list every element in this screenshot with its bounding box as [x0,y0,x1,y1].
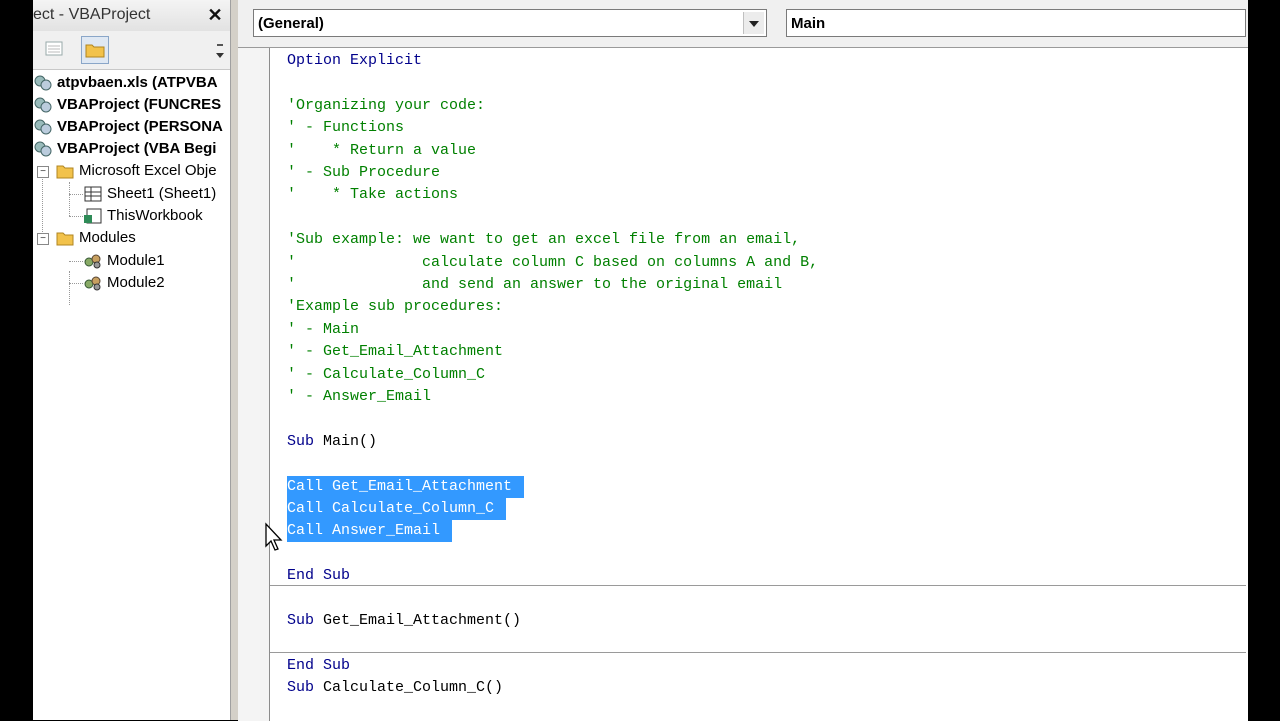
code-line[interactable]: Call Calculate_Column_C [287,498,507,520]
code-line[interactable]: Sub Get_Email_Attachment() [287,610,521,632]
procedure-separator [270,584,1246,586]
object-dropdown-value: (General) [258,15,324,32]
tree-item-thisworkbook[interactable]: ThisWorkbook [83,205,203,227]
code-editor[interactable]: Option Explicit 'Organizing your code: ' -… [238,47,1248,721]
project-explorer-toolbar [33,31,230,70]
tree-item-label: Microsoft Excel Obje [79,162,217,179]
tree-item-label: Module1 [107,252,165,269]
tree-item-vba-beginner[interactable]: VBAProject (VBA Begi [33,138,216,160]
vba-project-icon [34,75,52,91]
code-line[interactable]: ' - Answer_Email [287,386,431,408]
tree-item-label: Module2 [107,274,165,291]
code-line[interactable]: ' * Take actions [287,184,458,206]
mouse-pointer-icon [265,522,283,551]
code-line[interactable]: 'Sub example: we want to get an excel fi… [287,229,800,251]
tree-item-label: VBAProject (VBA Begi [57,140,217,157]
toggle-folders-button[interactable] [81,36,109,64]
procedure-separator [270,651,1246,653]
folder-icon [56,165,74,179]
code-line[interactable]: ' - Get_Email_Attachment [287,341,503,363]
module-icon [84,254,101,269]
folder-icon [85,44,105,58]
code-line[interactable]: ' - Calculate_Column_C [287,364,485,386]
vba-project-icon [34,119,52,135]
vba-project-icon [34,141,52,157]
collapse-icon[interactable]: − [37,166,49,178]
tree-item-label: ThisWorkbook [107,207,203,224]
tree-item-sheet1[interactable]: Sheet1 (Sheet1) [83,183,216,205]
tree-item-modules[interactable]: Modules [55,227,136,249]
toolbar-overflow-icon[interactable] [215,41,225,61]
view-object-button[interactable] [41,36,67,62]
code-line[interactable]: 'Example sub procedures: [287,296,503,318]
project-explorer-title: ect - VBAProject [33,6,151,23]
code-line[interactable]: 'Organizing your code: [287,95,485,117]
code-line[interactable]: Option Explicit [287,50,422,72]
code-window-combo-bar: (General) Main [238,0,1248,47]
vba-project-icon [34,97,52,113]
close-icon[interactable]: ✕ [205,5,225,25]
code-line[interactable]: ' calculate column C based on columns A … [287,252,818,274]
view-object-icon [45,41,63,56]
tree-item-personal[interactable]: VBAProject (PERSONA [33,116,223,138]
tree-item-label: atpvbaen.xls (ATPVBA [57,74,218,91]
tree-item-module1[interactable]: Module1 [83,250,165,272]
tree-item-excel-objects[interactable]: Microsoft Excel Obje [55,160,217,182]
tree-item-label: Sheet1 (Sheet1) [107,185,217,202]
code-window: (General) Main Option Explicit 'Organizin… [238,0,1248,721]
tree-item-label: VBAProject (PERSONA [57,118,223,135]
object-dropdown[interactable]: (General) [253,9,767,37]
code-line[interactable]: Sub Calculate_Column_C() [287,677,503,699]
tree-item-label: Modules [79,229,136,246]
procedure-dropdown-value: Main [791,15,826,32]
code-line[interactable]: ' and send an answer to the original ema… [287,274,782,296]
code-line[interactable]: ' - Sub Procedure [287,162,440,184]
code-line[interactable]: End Sub [287,655,350,677]
code-line[interactable]: ' - Main [287,319,359,341]
code-line[interactable]: Call Get_Email_Attachment [287,475,525,498]
project-explorer-titlebar: ect - VBAProject ✕ [33,0,230,32]
margin-indicator-bar[interactable] [238,48,270,721]
project-explorer: ect - VBAProject ✕ atpvbaen.xls (ATPVBA … [33,0,230,720]
screen-edge [1248,0,1280,720]
tree-item-funcres[interactable]: VBAProject (FUNCRES [33,94,221,116]
chevron-down-icon[interactable] [743,12,764,34]
collapse-icon[interactable]: − [37,233,49,245]
code-line[interactable]: ' - Functions [287,117,404,139]
folder-icon [56,232,74,246]
tree-item-module2[interactable]: Module2 [83,272,165,294]
tree-item-label: VBAProject (FUNCRES [57,96,222,113]
tree-item-atpvbaen[interactable]: atpvbaen.xls (ATPVBA [33,72,218,94]
code-line[interactable]: Sub Main() [287,431,377,453]
code-line[interactable]: ' * Return a value [287,140,476,162]
procedure-dropdown[interactable]: Main [786,9,1246,37]
code-line[interactable]: Call Answer_Email [287,520,453,543]
worksheet-icon [84,186,102,202]
workbook-icon [84,208,102,224]
module-icon [84,276,101,291]
